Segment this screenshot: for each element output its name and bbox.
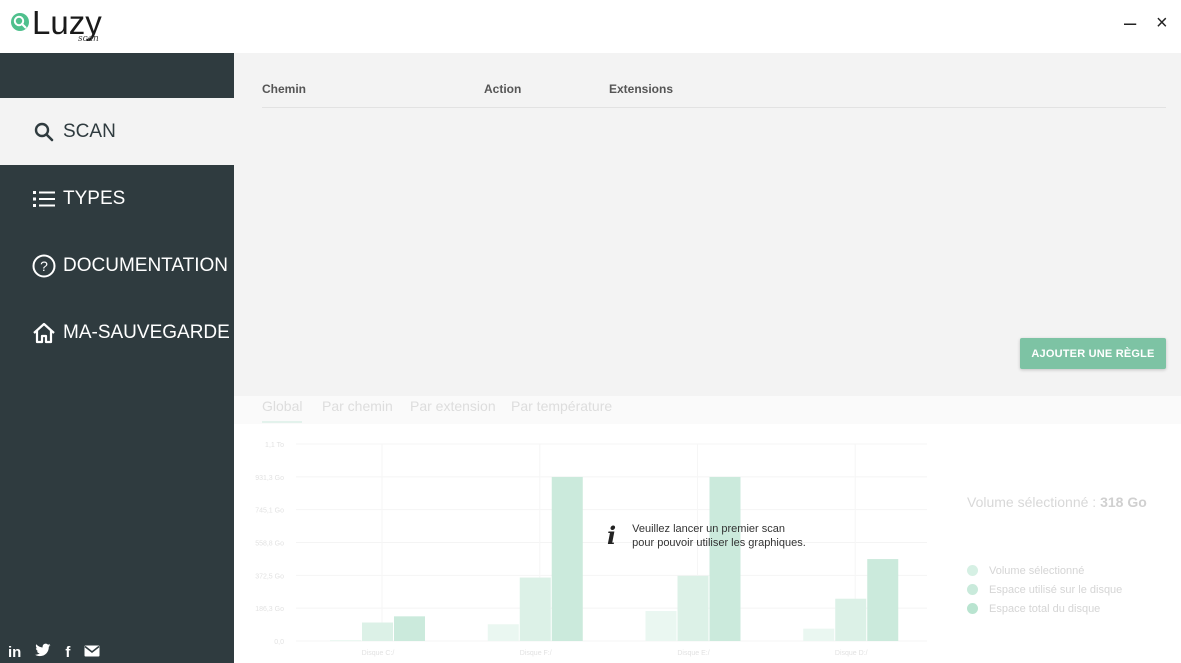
facebook-icon[interactable]: f <box>65 644 70 661</box>
chart-area: 1,1 To 931,3 Go 745,1 Go 558,8 Go 372,5 Go 18… <box>234 424 1181 663</box>
tab-global[interactable]: Global <box>262 398 302 414</box>
bar <box>867 559 899 641</box>
legend-dot <box>967 603 978 614</box>
notice-line-1: Veuillez lancer un premier scan <box>632 522 785 535</box>
sidebar: SCAN TYPES ? DOCUMENTATION MA-SAUVEGARDE… <box>0 53 234 663</box>
legend-dot <box>967 565 978 576</box>
sidebar-item-label: MA-SAUVEGARDE <box>63 321 230 343</box>
sidebar-item-types[interactable]: TYPES <box>0 165 234 232</box>
bar <box>487 624 519 641</box>
x-tick-label: Disque D:/ <box>835 650 868 657</box>
svg-text:?: ? <box>40 258 48 274</box>
help-circle-icon: ? <box>31 253 57 279</box>
x-tick-label: Disque C:/ <box>362 650 395 657</box>
legend-item: Espace utilisé sur le disque <box>967 581 1122 598</box>
bar <box>362 622 393 641</box>
disk-usage-chart: 1,1 To 931,3 Go 745,1 Go 558,8 Go 372,5 Go 18… <box>255 442 927 657</box>
bar <box>803 628 835 641</box>
home-icon <box>31 320 57 346</box>
twitter-icon[interactable] <box>35 643 51 661</box>
column-header-path: Chemin <box>262 82 307 96</box>
social-links: in f <box>8 643 100 661</box>
bar <box>709 476 741 641</box>
bar <box>330 640 361 642</box>
rules-panel: Chemin Action Extensions AJOUTER UNE RÈG… <box>234 53 1181 396</box>
x-tick-label: Disque E:/ <box>677 650 709 657</box>
y-tick-label: 1,1 To <box>265 442 284 449</box>
selected-volume-value: 318 Go <box>1100 494 1147 510</box>
sidebar-item-ma-sauvegarde[interactable]: MA-SAUVEGARDE <box>0 299 234 366</box>
search-icon <box>31 119 57 145</box>
sidebar-item-label: DOCUMENTATION <box>63 254 229 276</box>
tab-par-extension[interactable]: Par extension <box>410 398 496 414</box>
bar <box>519 577 551 641</box>
selected-volume: Volume sélectionné : 318 Go <box>967 494 1147 510</box>
y-tick-label: 372,5 Go <box>255 573 284 580</box>
sidebar-item-label: SCAN <box>63 120 116 142</box>
column-header-extensions: Extensions <box>609 82 674 96</box>
sidebar-item-documentation[interactable]: ? DOCUMENTATION <box>0 232 234 299</box>
sidebar-item-label: TYPES <box>63 187 126 209</box>
bar <box>677 575 709 641</box>
title-bar: Luzy scan – × <box>0 0 1181 53</box>
y-tick-label: 186,3 Go <box>255 606 284 613</box>
legend-item: Espace total du disque <box>967 600 1122 617</box>
bar <box>645 611 677 641</box>
x-tick-label: Disque F:/ <box>520 650 552 657</box>
app-logo: Luzy scan <box>10 4 120 44</box>
tab-par-temperature[interactable]: Par température <box>511 398 612 414</box>
info-icon: i <box>607 521 617 550</box>
active-tab-indicator <box>262 421 302 423</box>
bar <box>835 598 867 641</box>
notice-line-2: pour pouvoir utiliser les graphiques. <box>632 536 806 549</box>
scan-notice: i Veuillez lancer un premier scan pour p… <box>607 521 806 550</box>
legend-label: Espace utilisé sur le disque <box>989 583 1123 596</box>
selected-volume-label: Volume sélectionné : <box>967 494 1101 510</box>
email-icon[interactable] <box>84 644 100 661</box>
logo-search-icon <box>11 13 29 31</box>
y-tick-label: 931,3 Go <box>255 475 284 482</box>
bar <box>551 476 583 641</box>
legend-dot <box>967 584 978 595</box>
y-tick-label: 0,0 <box>274 639 284 646</box>
chart-tabs: Global Par chemin Par extension Par temp… <box>234 396 1181 424</box>
tab-par-chemin[interactable]: Par chemin <box>322 398 393 414</box>
add-rule-button[interactable]: AJOUTER UNE RÈGLE <box>1020 338 1166 369</box>
legend-item: Volume sélectionné <box>967 562 1122 579</box>
chart-legend: Volume sélectionné Espace utilisé sur le… <box>967 562 1122 619</box>
legend-label: Espace total du disque <box>989 602 1101 615</box>
close-button[interactable]: × <box>1156 12 1168 34</box>
linkedin-icon[interactable]: in <box>8 644 21 661</box>
sidebar-item-scan[interactable]: SCAN <box>0 98 234 165</box>
column-header-action: Action <box>484 82 522 96</box>
logo-subtitle: scan <box>78 34 99 44</box>
rules-table-header: Chemin Action Extensions <box>262 82 1166 108</box>
minimize-button[interactable]: – <box>1124 12 1136 34</box>
legend-label: Volume sélectionné <box>989 564 1085 577</box>
y-tick-label: 745,1 Go <box>255 508 284 515</box>
list-icon <box>31 186 57 212</box>
bar <box>394 616 425 641</box>
y-tick-label: 558,8 Go <box>255 541 284 548</box>
